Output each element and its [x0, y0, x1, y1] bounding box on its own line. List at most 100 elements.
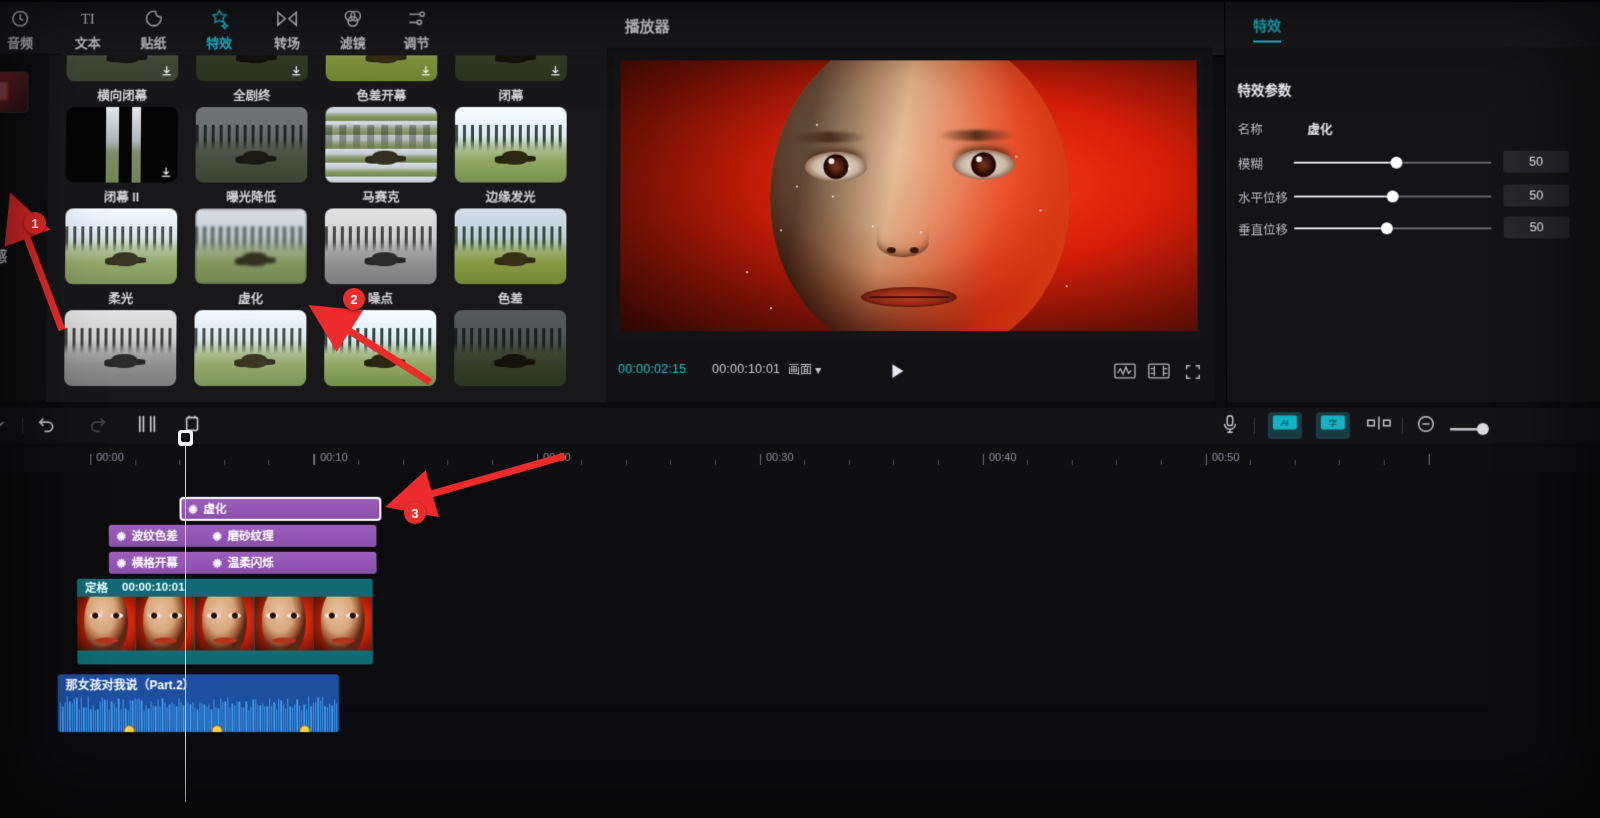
download-icon[interactable]	[419, 64, 432, 77]
effect-label: 曝光降低	[195, 187, 307, 206]
effect-clip-row2[interactable]: 波纹色差 磨砂纹理	[109, 525, 377, 547]
download-icon[interactable]	[160, 64, 173, 77]
param-slider-knob[interactable]	[1381, 222, 1393, 234]
svg-text:AI: AI	[1281, 418, 1289, 428]
ruler-label: 00:30	[766, 452, 794, 464]
effect-cell[interactable]: 边缘发光	[455, 107, 567, 205]
effect-thumb	[455, 55, 567, 81]
total-time: 00:00:10:01	[712, 362, 780, 376]
top-area: 音频 TI 文本 贴纸	[0, 2, 1600, 404]
snap-icon[interactable]	[1366, 414, 1392, 437]
effect-label: 全剧终	[196, 85, 308, 104]
param-value-box[interactable]: 50	[1504, 216, 1570, 238]
download-icon[interactable]	[549, 64, 562, 77]
effect-cell-blur[interactable]: 虚化	[195, 208, 307, 307]
effect-cell[interactable]: 闭幕	[455, 55, 567, 104]
zoom-out-icon[interactable]	[1416, 414, 1436, 439]
param-slider-track[interactable]	[1294, 227, 1492, 229]
param-slider-track[interactable]	[1294, 162, 1492, 164]
effect-cell[interactable]: 柔光	[65, 208, 178, 307]
param-row-h-offset: 水平位移 50	[1226, 182, 1600, 212]
redo-icon[interactable]	[86, 414, 108, 439]
undo-icon[interactable]	[36, 414, 58, 439]
audio-keyframe[interactable]	[123, 725, 134, 732]
effect-gear-icon	[187, 503, 198, 514]
chevron-down-icon: ▾	[815, 363, 821, 377]
video-clip-header: 定格 00:00:10:01	[77, 579, 373, 597]
zoom-slider[interactable]	[1450, 422, 1492, 441]
effect-label: 马赛克	[325, 187, 437, 206]
param-slider-knob[interactable]	[1387, 191, 1399, 203]
playhead[interactable]	[185, 440, 186, 802]
effect-thumb	[65, 208, 177, 284]
tab-effect-props[interactable]: 特效	[1253, 16, 1281, 36]
effect-label: 闭幕	[455, 85, 567, 104]
chevron-down-icon[interactable]	[0, 414, 8, 439]
effect-cell[interactable]: 马赛克	[325, 107, 437, 205]
download-icon[interactable]	[160, 166, 173, 179]
video-thumbnail-strip	[77, 597, 373, 651]
effect-clip-label: 横格开幕	[132, 555, 178, 571]
playhead-handle[interactable]	[178, 430, 193, 446]
effect-cell[interactable]	[454, 310, 566, 386]
effect-thumb	[195, 107, 307, 183]
svg-text:字: 字	[1329, 418, 1337, 428]
audio-keyframe[interactable]	[299, 725, 310, 732]
effect-cell[interactable]: 噪点	[324, 208, 436, 307]
preview-eye-left	[805, 151, 867, 181]
effect-thumb	[455, 107, 567, 183]
effect-thumb	[64, 310, 176, 386]
waveform-icon[interactable]	[1114, 363, 1136, 384]
effect-cell[interactable]: 曝光降低	[195, 107, 307, 205]
effect-gear-icon	[116, 557, 127, 568]
effect-cell[interactable]: 闭幕 II	[66, 107, 178, 205]
effect-gear-icon	[212, 530, 223, 541]
section-title: 特效参数	[1237, 79, 1291, 99]
split-icon[interactable]	[136, 414, 158, 439]
video-frame	[314, 597, 373, 651]
video-frame	[254, 597, 313, 651]
ruler-label: 00:20	[543, 452, 571, 464]
video-preview[interactable]	[620, 60, 1198, 331]
effect-clip-selected[interactable]: 虚化	[180, 498, 380, 520]
download-icon[interactable]	[290, 64, 303, 77]
auto-caption-icon[interactable]: AI	[1268, 412, 1302, 439]
effect-cell[interactable]: 横向闭幕	[66, 55, 178, 104]
rail-item-1[interactable]: 氛围感	[0, 246, 7, 266]
effect-label: 闭幕 II	[66, 187, 178, 206]
preview-eye-right	[953, 149, 1015, 179]
right-tabbar: 特效	[1225, 2, 1600, 48]
effect-clip-row3[interactable]: 横格开幕 温柔闪烁	[109, 552, 377, 574]
effect-cell[interactable]	[194, 310, 306, 386]
preview-brow-right	[938, 129, 1016, 140]
tab-adjust[interactable]: 调节	[374, 6, 460, 52]
fill-icon[interactable]	[1148, 363, 1170, 384]
effect-cell[interactable]: 色差	[454, 208, 566, 307]
fullscreen-icon[interactable]	[1184, 363, 1202, 386]
effect-label: 虚化	[195, 288, 307, 307]
timeline-tracks: 虚化 波纹色差 磨砂纹理	[0, 472, 1600, 818]
tab-adjust-label: 调节	[374, 33, 460, 52]
audio-clip[interactable]: 那女孩对我说（Part.2）	[58, 674, 340, 732]
effect-cell[interactable]	[64, 310, 176, 386]
play-button[interactable]	[886, 360, 908, 382]
param-slider-track[interactable]	[1294, 196, 1492, 198]
video-clip[interactable]: 定格 00:00:10:01	[77, 579, 373, 665]
auto-subtitle-icon[interactable]: 字	[1316, 412, 1350, 439]
mic-icon[interactable]	[1220, 414, 1240, 439]
param-value-box[interactable]: 50	[1503, 151, 1569, 173]
annotation-badge-1: 1	[24, 212, 46, 234]
param-slider-knob[interactable]	[1390, 157, 1402, 169]
param-value-box[interactable]: 50	[1503, 185, 1569, 207]
effect-cell[interactable]: 全剧终	[196, 55, 308, 104]
audio-keyframe[interactable]	[211, 725, 222, 732]
param-label: 水平位移	[1238, 188, 1288, 207]
effect-cell[interactable]	[324, 310, 436, 386]
timeline-ruler[interactable]: 00:00 00:10 00:20 00:30 00:40 00:50	[0, 446, 1600, 473]
effect-gear-icon	[116, 530, 127, 541]
player-header: 播放器	[607, 2, 1213, 48]
effect-clip-label: 波纹色差	[132, 528, 178, 544]
effect-cell[interactable]: 色差开幕	[326, 55, 438, 104]
ratio-dropdown[interactable]: 画面 ▾	[788, 361, 821, 378]
effect-properties-panel: 特效 特效参数 名称 虚化 模糊 50 水平位移 50	[1224, 2, 1600, 404]
